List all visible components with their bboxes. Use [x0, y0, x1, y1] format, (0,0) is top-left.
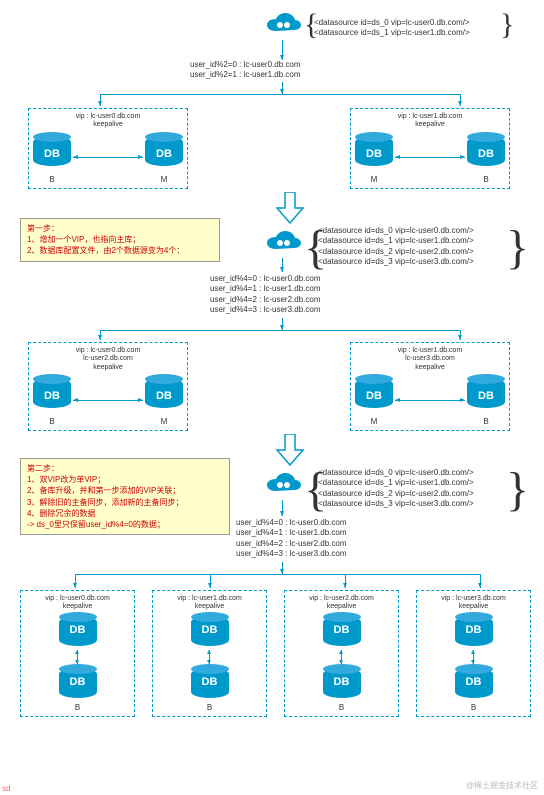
- sync-arrow: [341, 650, 342, 664]
- arrow-down: [345, 574, 346, 588]
- sync-arrow: [473, 650, 474, 664]
- stage1-config: <datasource id=ds_0 vip=lc-user0.db.com/…: [314, 18, 470, 39]
- stage1-left-group: vip : lc-user0.db.comkeepalive DBB DBM: [28, 108, 188, 189]
- arrow-down: [282, 258, 283, 272]
- stage3-group-1: vip : lc-user1.db.comkeepalive DB DB B: [152, 590, 267, 717]
- db-icon: DB: [59, 664, 97, 702]
- stage1-right-group: vip : lc-user1.db.comkeepalive DBM DBB: [350, 108, 510, 189]
- arrow-down: [100, 330, 101, 340]
- stage3-group-2: vip : lc-user2.db.comkeepalive DB DB B: [284, 590, 399, 717]
- brace-right: }: [500, 8, 514, 42]
- stage2-config: <datasource id=ds_0 vip=lc-user0.db.com/…: [318, 226, 474, 268]
- big-arrow-icon: [275, 192, 305, 226]
- db-icon: DB: [323, 612, 361, 650]
- brace-right: }: [506, 220, 529, 275]
- db-icon: DB: [323, 664, 361, 702]
- sync-arrow: [77, 650, 78, 664]
- sync-arrow: [209, 650, 210, 664]
- config-cloud-icon: [262, 12, 302, 38]
- db-icon: DB: [33, 136, 71, 174]
- db-icon: DB: [455, 664, 493, 702]
- arrow-down: [460, 330, 461, 340]
- stage1-routing: user_id%2=0 : lc-user0.db.comuser_id%2=1…: [190, 60, 301, 81]
- db-icon: DB: [33, 378, 71, 416]
- stage2-right-group: vip : lc-user1.db.comlc-user3.db.comkeep…: [350, 342, 510, 431]
- arrow-down: [100, 94, 101, 106]
- db-icon: DB: [455, 612, 493, 650]
- hsplit: [100, 94, 460, 95]
- stage3-routing: user_id%4=0 : lc-user0.db.comuser_id%4=1…: [236, 518, 347, 560]
- arrow-down: [460, 94, 461, 106]
- arrow-down: [282, 500, 283, 516]
- db-icon: DB: [59, 612, 97, 650]
- db-icon: DB: [191, 612, 229, 650]
- step1-note: 第一步： 1、增加一个VIP，也指向主库； 2、数据库配置文件，由2个数据源变为…: [20, 218, 220, 262]
- config-cloud-icon: [262, 230, 302, 256]
- step2-note: 第二步： 1、双VIP改为单VIP； 2、备库升级，并和第一步添加的VIP关联；…: [20, 458, 230, 535]
- big-arrow-icon: [275, 434, 305, 468]
- watermark: @稀土掘金技术社区: [466, 780, 538, 791]
- sync-arrow: [73, 400, 143, 401]
- hsplit: [75, 574, 480, 575]
- arrow-down: [282, 40, 283, 60]
- arrow-down: [210, 574, 211, 588]
- stage2-left-group: vip : lc-user0.db.comlc-user2.db.comkeep…: [28, 342, 188, 431]
- arrow-down: [282, 562, 283, 574]
- hsplit: [100, 330, 460, 331]
- arrow-down: [282, 318, 283, 330]
- stage2-routing: user_id%4=0 : lc-user0.db.comuser_id%4=1…: [210, 274, 321, 316]
- db-icon: DB: [145, 378, 183, 416]
- sync-arrow: [395, 400, 465, 401]
- db-icon: DB: [467, 136, 505, 174]
- db-icon: DB: [191, 664, 229, 702]
- stage3-config: <datasource id=ds_0 vip=lc-user0.db.com/…: [318, 468, 474, 510]
- arrow-down: [75, 574, 76, 588]
- arrow-down: [282, 82, 283, 94]
- config-cloud-icon: [262, 472, 302, 498]
- brace-right: }: [506, 462, 529, 517]
- sd-label: sd: [2, 784, 10, 793]
- sync-arrow: [395, 157, 465, 158]
- db-icon: DB: [355, 136, 393, 174]
- sync-arrow: [73, 157, 143, 158]
- db-icon: DB: [355, 378, 393, 416]
- arrow-down: [480, 574, 481, 588]
- stage3-group-3: vip : lc-user3.db.comkeepalive DB DB B: [416, 590, 531, 717]
- db-icon: DB: [145, 136, 183, 174]
- db-icon: DB: [467, 378, 505, 416]
- stage3-group-0: vip : lc-user0.db.comkeepalive DB DB B: [20, 590, 135, 717]
